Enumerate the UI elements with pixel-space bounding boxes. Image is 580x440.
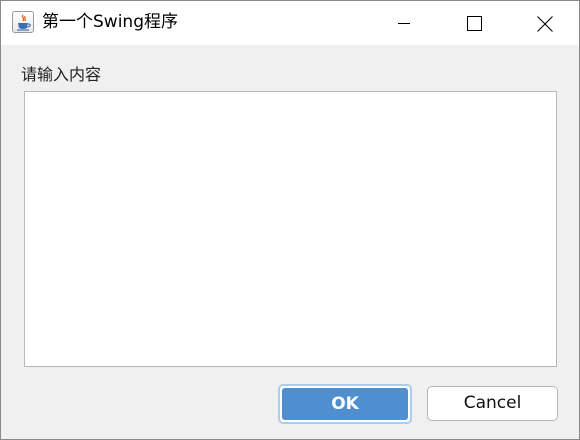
ok-button-label: OK: [282, 388, 408, 420]
dialog-window: 第一个Swing程序 请输入内容 OK Cancel: [0, 0, 580, 440]
cancel-button[interactable]: Cancel: [427, 386, 558, 421]
minimize-icon: [398, 23, 410, 24]
title-bar[interactable]: 第一个Swing程序: [1, 1, 579, 45]
close-icon: [537, 16, 553, 32]
close-button[interactable]: [522, 1, 568, 45]
content-text-area[interactable]: [24, 91, 557, 367]
maximize-icon: [467, 16, 482, 31]
maximize-button[interactable]: [451, 1, 497, 45]
minimize-button[interactable]: [381, 1, 427, 45]
java-coffee-cup-icon[interactable]: [12, 11, 34, 33]
window-title: 第一个Swing程序: [42, 12, 178, 32]
ok-button[interactable]: OK: [278, 384, 412, 424]
input-prompt-label: 请输入内容: [21, 65, 102, 84]
